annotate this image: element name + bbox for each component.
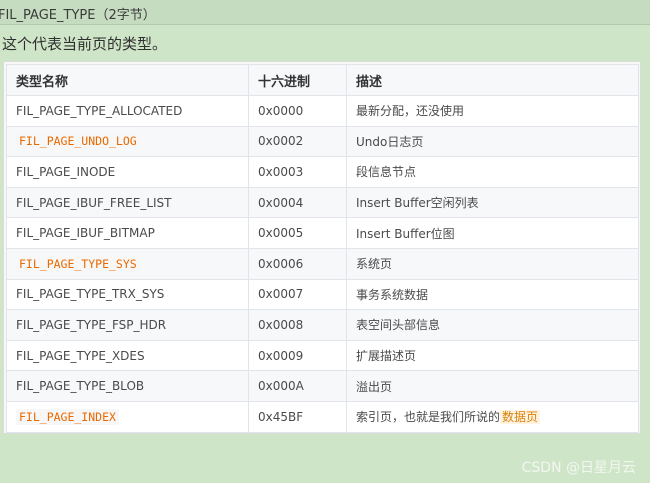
type-name-cell: FIL_PAGE_TYPE_TRX_SYS bbox=[6, 278, 249, 311]
description-cell: Insert Buffer空闲列表 bbox=[346, 186, 639, 219]
type-name-cell: FIL_PAGE_UNDO_LOG bbox=[6, 125, 249, 158]
description-text: 表空间头部信息 bbox=[356, 318, 441, 333]
description-cell: Insert Buffer位图 bbox=[346, 217, 639, 249]
table-row: FIL_PAGE_TYPE_TRX_SYS 0x0007 事务系统数据 bbox=[6, 278, 639, 311]
description-text: 溢出页 bbox=[356, 379, 393, 394]
description-cell: Undo日志页 bbox=[346, 125, 639, 158]
description-cell: 溢出页 bbox=[346, 370, 639, 402]
description-text: 扩展描述页 bbox=[356, 349, 417, 364]
type-name-cell: FIL_PAGE_TYPE_BLOB bbox=[6, 370, 249, 402]
description-cell: 索引页，也就是我们所说的 数据页 bbox=[346, 400, 639, 433]
hex-cell: 0x0004 bbox=[248, 186, 347, 219]
table-row: FIL_PAGE_TYPE_BLOB 0x000A 溢出页 bbox=[6, 370, 639, 402]
type-name-code: FIL_PAGE_UNDO_LOG bbox=[16, 133, 140, 150]
type-name-code: FIL_PAGE_INDEX bbox=[16, 408, 119, 425]
table-header-row: 类型名称 十六进制 描述 bbox=[6, 64, 639, 96]
section-heading: FIL_PAGE_TYPE（2字节） bbox=[0, 8, 156, 23]
header-type-name: 类型名称 bbox=[6, 64, 249, 96]
type-name-cell: FIL_PAGE_TYPE_XDES bbox=[6, 339, 249, 372]
table-row: FIL_PAGE_INDEX 0x45BF 索引页，也就是我们所说的 数据页 bbox=[6, 400, 639, 433]
type-name-cell: FIL_PAGE_INODE bbox=[6, 156, 249, 188]
table-row: FIL_PAGE_TYPE_FSP_HDR 0x0008 表空间头部信息 bbox=[6, 309, 639, 341]
table-row: FIL_PAGE_TYPE_SYS 0x0006 系统页 bbox=[6, 247, 639, 280]
description-text: 最新分配，还没使用 bbox=[356, 104, 465, 119]
hex-cell: 0x0006 bbox=[248, 247, 347, 280]
description-text: 段信息节点 bbox=[356, 165, 417, 180]
table-row: FIL_PAGE_TYPE_ALLOCATED 0x0000 最新分配，还没使用 bbox=[6, 95, 639, 127]
description-text: Undo日志页 bbox=[356, 134, 424, 149]
description-text: 索引页，也就是我们所说的 bbox=[356, 410, 501, 425]
description-cell: 事务系统数据 bbox=[346, 278, 639, 311]
description-text: Insert Buffer空闲列表 bbox=[356, 196, 479, 211]
type-name-code: FIL_PAGE_TYPE_SYS bbox=[16, 255, 140, 272]
intro-text: 这个代表当前页的类型。 bbox=[2, 35, 168, 53]
type-name-cell: FIL_PAGE_TYPE_FSP_HDR bbox=[6, 309, 249, 341]
type-name-cell: FIL_PAGE_TYPE_ALLOCATED bbox=[6, 95, 249, 127]
table-row: FIL_PAGE_TYPE_XDES 0x0009 扩展描述页 bbox=[6, 339, 639, 372]
type-name-cell: FIL_PAGE_TYPE_SYS bbox=[6, 247, 249, 280]
table-row: FIL_PAGE_UNDO_LOG 0x0002 Undo日志页 bbox=[6, 125, 639, 158]
description-cell: 系统页 bbox=[346, 247, 639, 280]
hex-cell: 0x0008 bbox=[248, 309, 347, 341]
hex-cell: 0x0002 bbox=[248, 125, 347, 158]
type-name-cell: FIL_PAGE_IBUF_BITMAP bbox=[6, 217, 249, 249]
description-text: Insert Buffer位图 bbox=[356, 226, 455, 241]
hex-cell: 0x000A bbox=[248, 370, 347, 402]
table-row: FIL_PAGE_IBUF_BITMAP 0x0005 Insert Buffer位… bbox=[6, 217, 639, 249]
data-page-link[interactable]: 数据页 bbox=[500, 410, 541, 425]
type-name-cell: FIL_PAGE_INDEX bbox=[6, 400, 249, 433]
description-cell: 段信息节点 bbox=[346, 156, 639, 188]
description-cell: 最新分配，还没使用 bbox=[346, 95, 639, 127]
header-hex: 十六进制 bbox=[248, 64, 347, 96]
hex-cell: 0x0005 bbox=[248, 217, 347, 249]
csdn-watermark: CSDN @日星月云 bbox=[521, 460, 636, 476]
description-cell: 扩展描述页 bbox=[346, 339, 639, 372]
page-type-table: 类型名称 十六进制 描述 FIL_PAGE_TYPE_ALLOCATED 0x00… bbox=[6, 64, 639, 433]
table-row: FIL_PAGE_IBUF_FREE_LIST 0x0004 Insert Buff… bbox=[6, 186, 639, 219]
description-text: 事务系统数据 bbox=[356, 287, 429, 302]
hex-cell: 0x0009 bbox=[248, 339, 347, 372]
section-heading-bar: FIL_PAGE_TYPE（2字节） bbox=[0, 0, 650, 25]
hex-cell: 0x0003 bbox=[248, 156, 347, 188]
type-name-cell: FIL_PAGE_IBUF_FREE_LIST bbox=[6, 186, 249, 219]
description-text: 系统页 bbox=[356, 257, 393, 272]
hex-cell: 0x0007 bbox=[248, 278, 347, 311]
table-row: FIL_PAGE_INODE 0x0003 段信息节点 bbox=[6, 156, 639, 188]
page-type-table-container: 类型名称 十六进制 描述 FIL_PAGE_TYPE_ALLOCATED 0x00… bbox=[3, 61, 641, 434]
description-cell: 表空间头部信息 bbox=[346, 309, 639, 341]
hex-cell: 0x0000 bbox=[248, 95, 347, 127]
header-description: 描述 bbox=[346, 64, 639, 96]
hex-cell: 0x45BF bbox=[248, 400, 347, 433]
